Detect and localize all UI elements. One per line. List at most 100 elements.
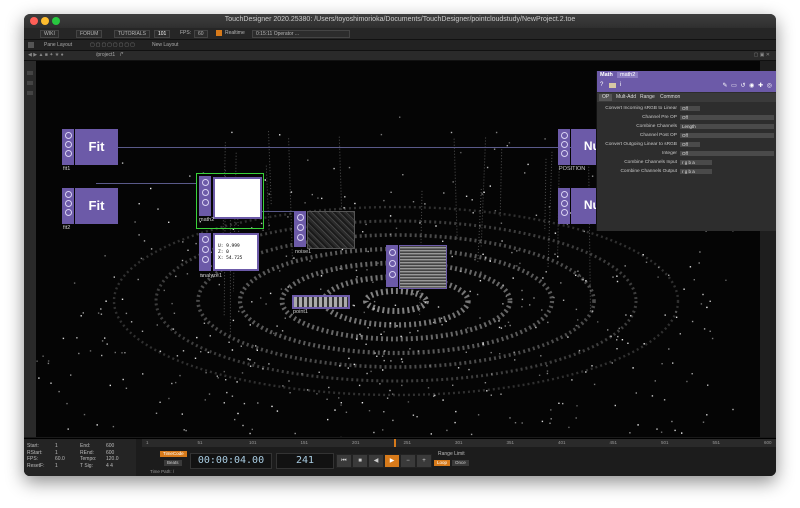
param-dropdown[interactable]: Length: [680, 124, 774, 129]
loop-toggle[interactable]: Loop: [434, 460, 451, 466]
strip-operator[interactable]: point1: [292, 295, 352, 317]
nav-icons[interactable]: ◀ ▶ ▲ ■ ✦ ★ ●: [28, 52, 64, 58]
operator-flags[interactable]: [62, 129, 74, 165]
realtime-checkbox[interactable]: [216, 30, 222, 36]
stat-key: RStart:: [27, 449, 43, 456]
param-value[interactable]: Off: [680, 106, 700, 111]
tab-mult-add[interactable]: Mult-Add: [613, 94, 639, 101]
operator-viewer[interactable]: [307, 211, 355, 249]
parameter-toolbar: ? i ✎ ▭ ↺ ◉ ✚ ◎: [597, 80, 776, 92]
pane-controls-icon[interactable]: ▢ ▣ ✕: [754, 52, 770, 58]
param-value[interactable]: Off: [680, 142, 700, 147]
new-layout-button[interactable]: New Layout: [152, 42, 178, 48]
stat-value[interactable]: 1: [55, 463, 58, 470]
param-label: Convert Outgoing Linear to sRGB: [605, 142, 677, 147]
timeline-settings: Start: 1 RStart: 1 FPS: 60.0 ResetF: 1 E…: [24, 439, 136, 476]
operator-viewer[interactable]: Fit: [75, 188, 118, 224]
dialog-tools-icons[interactable]: ✎ ▭ ↺ ◉ ✚ ◎: [722, 82, 773, 89]
param-row: Combine Channels Input r g b a: [597, 159, 776, 166]
palette-icon[interactable]: [27, 81, 33, 85]
operator-flags[interactable]: [386, 245, 398, 287]
app-window: TouchDesigner 2020.25380: /Users/toyoshi…: [24, 14, 776, 476]
ruler-tick: 101: [249, 440, 257, 445]
operator-viewer[interactable]: Fit: [75, 129, 118, 165]
operator-type: Math: [600, 72, 613, 78]
operator-viewer[interactable]: [292, 295, 350, 309]
operator-name[interactable]: POSITION: [559, 166, 585, 172]
timecode-toggle[interactable]: TimeCode: [160, 451, 187, 457]
operator-flags[interactable]: [199, 233, 211, 271]
timeline-ruler[interactable]: 1 51 101 151 201 251 301 351 401 451 501 551 600: [142, 439, 776, 447]
toolbar: Pane Layout ▢▢▢▢▢▢▢▢ New Layout: [24, 40, 776, 51]
stat-key: FPS:: [27, 456, 39, 462]
operator-name[interactable]: math2: [199, 217, 214, 223]
ruler-tick: 201: [352, 440, 360, 445]
param-toggle-group[interactable]: r g b a: [680, 169, 712, 174]
fit1-operator[interactable]: Fit fit1: [62, 129, 122, 172]
beats-toggle[interactable]: Beats: [164, 460, 182, 466]
operator-flags[interactable]: [558, 129, 570, 165]
once-toggle[interactable]: Once: [452, 460, 469, 466]
operator-flags[interactable]: [62, 188, 74, 224]
operator-name[interactable]: fit2: [63, 225, 70, 231]
operator-viewer[interactable]: [399, 245, 447, 289]
param-row: Combine Channels Output r g b a: [597, 168, 776, 175]
param-label: Channel Post OP: [639, 133, 677, 138]
menu-icon[interactable]: [28, 42, 34, 48]
fps-value[interactable]: 60: [194, 30, 208, 38]
tab-range[interactable]: Range: [637, 94, 658, 101]
operator-name[interactable]: fit1: [63, 166, 70, 172]
info-icon[interactable]: i: [620, 82, 621, 88]
operator-name[interactable]: noise1: [295, 249, 311, 255]
operator-flags[interactable]: [558, 188, 570, 224]
operator-viewer[interactable]: [213, 177, 262, 219]
math2-operator[interactable]: math2: [196, 173, 264, 229]
ruler-tick: 501: [661, 440, 669, 445]
step-back-button[interactable]: ◀: [368, 454, 384, 468]
plus-button[interactable]: +: [416, 454, 432, 468]
layout-icons[interactable]: ▢▢▢▢▢▢▢▢: [90, 42, 136, 48]
analyze-operator[interactable]: U: 9.999 Z: 0 X: 54.725 analyze1: [199, 233, 263, 283]
param-label: Integer: [662, 151, 677, 156]
pane-layout-label[interactable]: Pane Layout: [44, 42, 72, 48]
tab-common[interactable]: Common: [657, 94, 683, 101]
tutorials-button[interactable]: TUTORIALS: [114, 30, 150, 38]
palette-icon[interactable]: [27, 71, 33, 75]
step-forward-button[interactable]: −: [400, 454, 416, 468]
play-button[interactable]: ▶: [384, 454, 400, 468]
operator-viewer[interactable]: U: 9.999 Z: 0 X: 54.725: [213, 233, 259, 271]
param-row: Convert Incoming sRGB to Linear Off: [597, 105, 776, 112]
forum-button[interactable]: FORUM: [76, 30, 103, 38]
menu-bar: WIKI FORUM TUTORIALS 101 FPS: 60 Realtim…: [24, 28, 776, 40]
stat-value[interactable]: 4 4: [106, 463, 113, 470]
operator-flags[interactable]: [294, 211, 306, 247]
param-dropdown[interactable]: Off: [680, 151, 774, 156]
playhead[interactable]: [394, 439, 396, 447]
param-toggle-group[interactable]: r g b a: [680, 160, 712, 165]
status-message: 0:15:11 Operator ...: [252, 30, 350, 38]
error-badge[interactable]: 101: [154, 30, 171, 38]
tab-op[interactable]: OP: [599, 94, 613, 101]
operator-flags[interactable]: [199, 176, 211, 216]
param-dropdown[interactable]: Off: [680, 133, 774, 138]
noise-operator[interactable]: noise1: [294, 211, 356, 257]
operator-name[interactable]: analyze1: [200, 273, 222, 279]
network-path[interactable]: /project1: [96, 52, 115, 58]
param-row: Combine Channels Length: [597, 123, 776, 130]
fit2-operator[interactable]: Fit fit2: [62, 188, 122, 231]
timecode-display[interactable]: 00:00:04.00: [190, 453, 272, 469]
frame-display[interactable]: 241: [276, 453, 334, 469]
param-label: Combine Channels: [636, 124, 677, 129]
param-row: Channel Post OP Off: [597, 132, 776, 139]
palette-icon[interactable]: [27, 91, 33, 95]
wiki-button[interactable]: WIKI: [40, 30, 59, 38]
stop-button[interactable]: ■: [352, 454, 368, 468]
texture-operator[interactable]: [386, 245, 448, 291]
operator-name[interactable]: point1: [293, 309, 308, 315]
python-icon[interactable]: [609, 83, 616, 88]
help-icon[interactable]: ?: [600, 82, 603, 88]
rewind-button[interactable]: ⏮: [336, 454, 352, 468]
operator-name-field[interactable]: math2: [617, 72, 639, 78]
ruler-tick: 351: [506, 440, 515, 445]
param-dropdown[interactable]: Off: [680, 115, 774, 120]
